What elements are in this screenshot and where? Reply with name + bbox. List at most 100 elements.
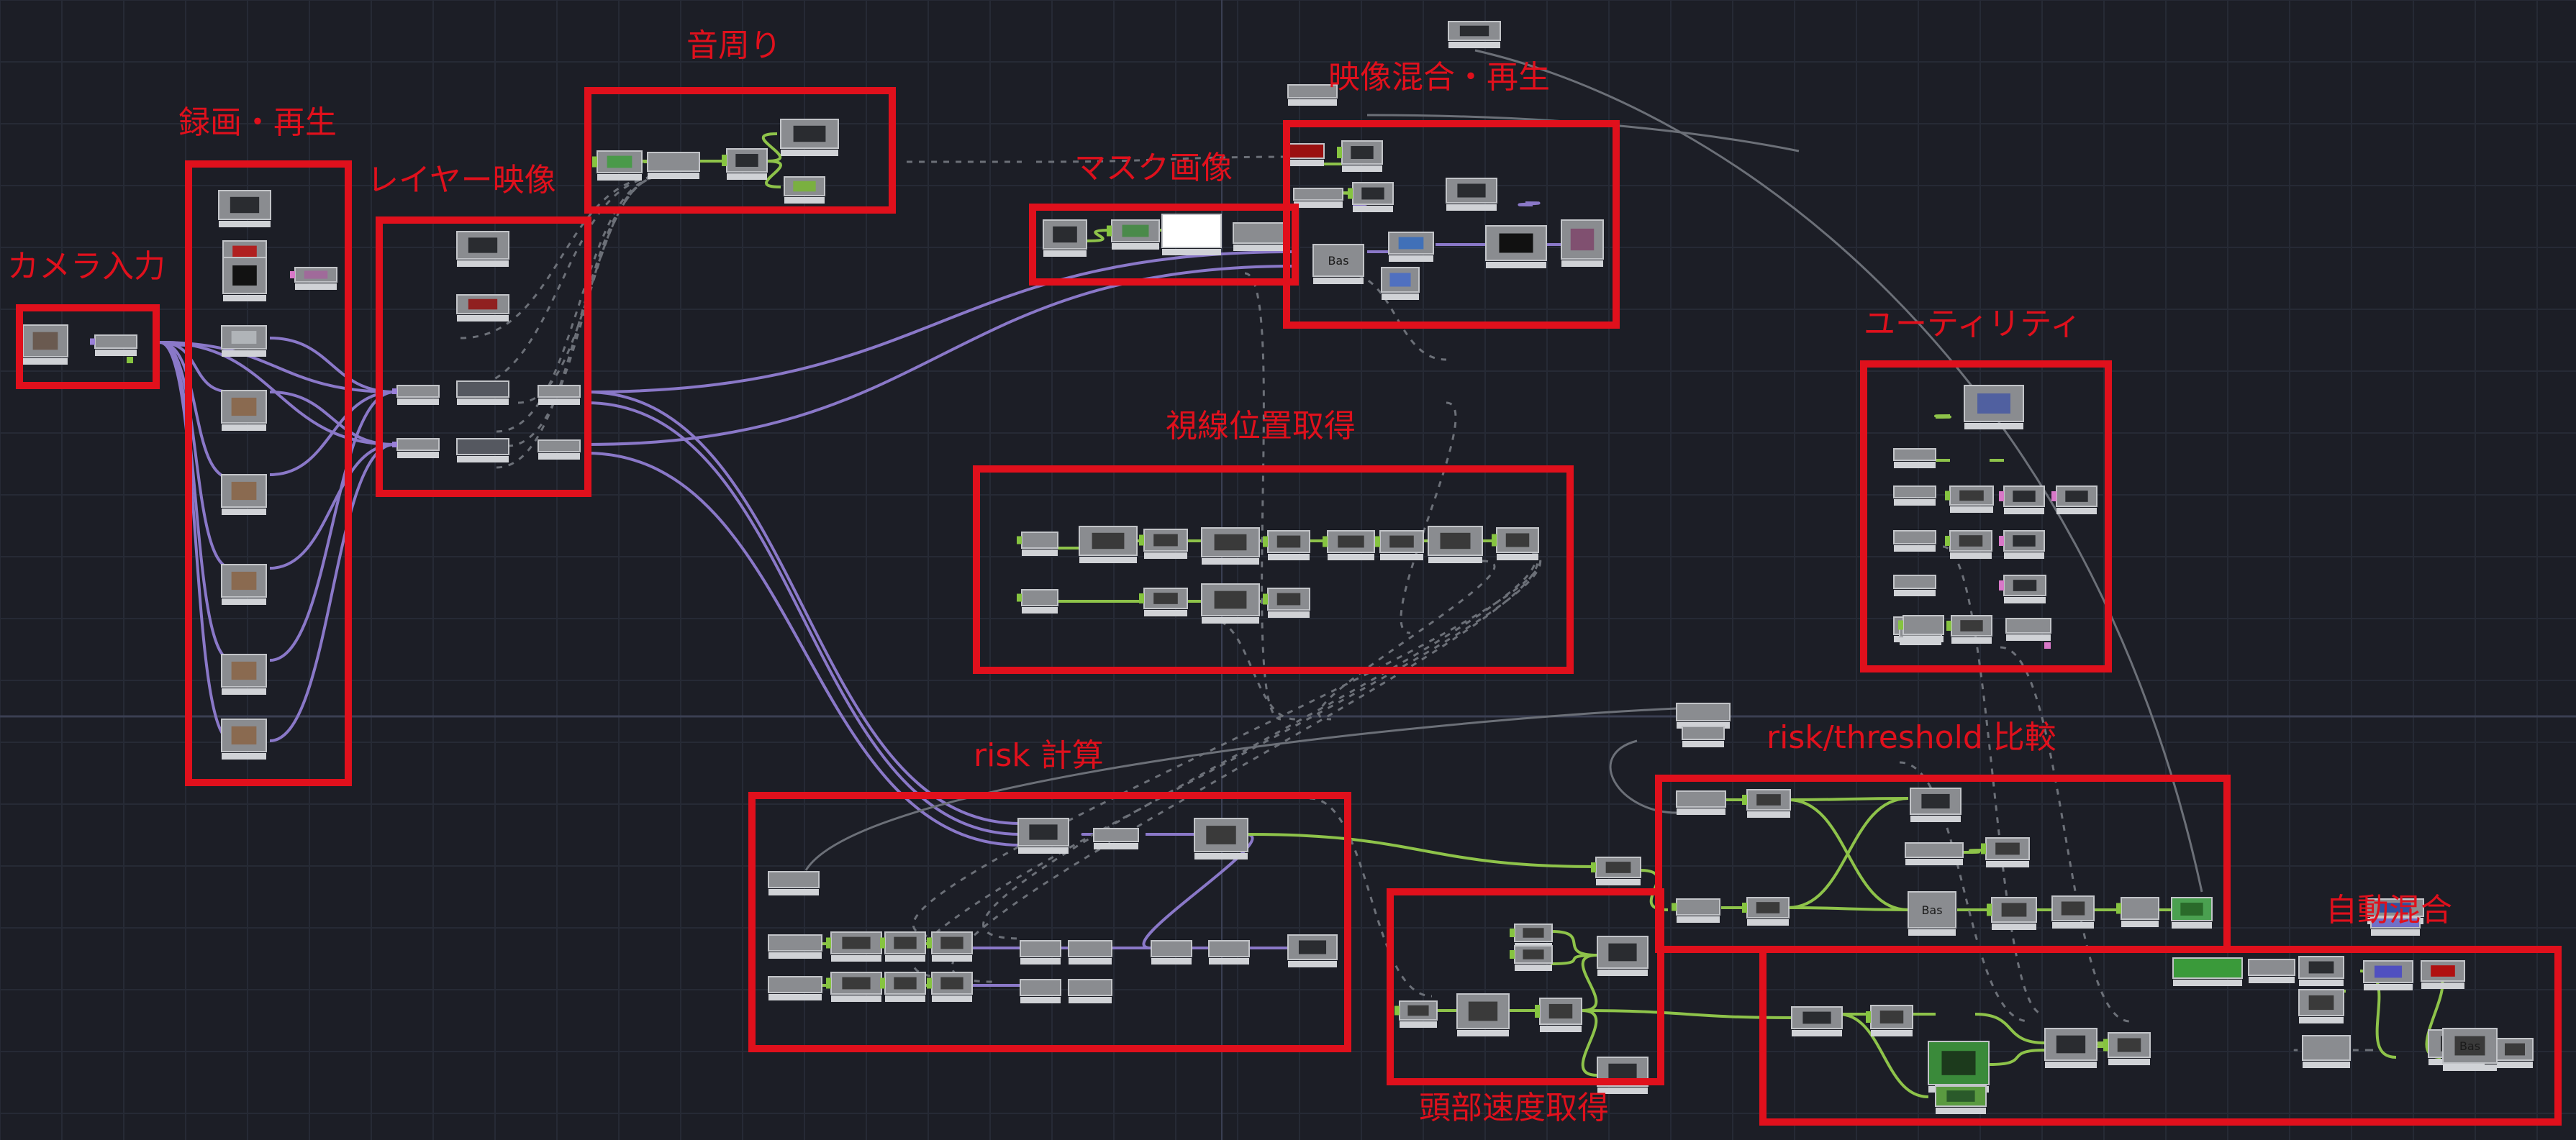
operator-node[interactable] — [1139, 529, 1188, 559]
node-graph-canvas[interactable]: Bas Bas Bas カメラ入力 録画・再生レイヤー映像 音周りマスク画像 映像混合・再… — [0, 0, 2576, 1140]
operator-node[interactable] — [2005, 618, 2051, 649]
operator-node[interactable] — [1591, 857, 1641, 885]
operator-node[interactable] — [1866, 1005, 1913, 1036]
operator-node[interactable]: Bas — [2442, 1028, 2498, 1071]
operator-node[interactable] — [1946, 615, 1992, 644]
operator-node[interactable] — [1263, 530, 1310, 560]
operator-node[interactable] — [1068, 940, 1112, 965]
operator-node[interactable] — [1682, 726, 1725, 747]
operator-node[interactable]: Bas — [1908, 891, 1956, 936]
operator-node[interactable] — [2051, 485, 2097, 514]
operator-node[interactable] — [2116, 897, 2159, 927]
operator-node[interactable] — [1485, 225, 1547, 268]
operator-node[interactable] — [826, 972, 882, 1002]
operator-node[interactable] — [221, 325, 267, 357]
operator-node[interactable] — [1672, 898, 1720, 923]
operator-node[interactable] — [1893, 575, 1936, 596]
operator-node[interactable] — [592, 150, 643, 181]
operator-node[interactable] — [1535, 998, 1582, 1032]
operator-node[interactable] — [1107, 219, 1160, 250]
operator-node[interactable] — [784, 176, 825, 204]
operator-node[interactable] — [1068, 979, 1112, 1003]
operator-node[interactable] — [2298, 989, 2344, 1023]
operator-node[interactable] — [221, 390, 267, 431]
operator-node[interactable] — [1293, 188, 1343, 208]
operator-node[interactable] — [1381, 267, 1420, 300]
operator-node[interactable] — [456, 231, 509, 267]
operator-node[interactable] — [1456, 993, 1510, 1036]
operator-node[interactable] — [221, 654, 267, 695]
operator-node[interactable] — [1893, 448, 1936, 468]
operator-node[interactable] — [1375, 530, 1424, 560]
operator-node[interactable] — [1394, 1000, 1438, 1028]
operator-node[interactable] — [1337, 140, 1383, 172]
operator-node[interactable] — [2051, 895, 2095, 929]
operator-node[interactable] — [1448, 21, 1501, 48]
operator-node[interactable] — [1161, 214, 1222, 255]
operator-node[interactable] — [1893, 530, 1936, 552]
operator-node[interactable] — [1201, 583, 1260, 624]
operator-node[interactable] — [1446, 178, 1497, 211]
operator-node[interactable] — [2044, 1028, 2097, 1068]
operator-node[interactable] — [826, 931, 882, 962]
operator-node[interactable] — [221, 564, 267, 605]
operator-node[interactable] — [1676, 790, 1726, 815]
operator-node[interactable] — [1348, 182, 1394, 212]
operator-node[interactable] — [1017, 818, 1069, 854]
operator-node[interactable] — [456, 438, 509, 462]
operator-node[interactable] — [1981, 837, 2030, 867]
operator-node[interactable] — [456, 294, 509, 322]
operator-node[interactable]: Bas — [1312, 244, 1364, 284]
operator-node[interactable] — [2103, 1032, 2151, 1065]
operator-node[interactable] — [1287, 934, 1338, 967]
operator-node[interactable] — [1742, 789, 1791, 818]
operator-node[interactable] — [1999, 575, 2046, 603]
operator-node[interactable] — [780, 119, 839, 156]
operator-node[interactable] — [221, 719, 267, 760]
operator-node[interactable] — [221, 474, 267, 515]
operator-node[interactable] — [1428, 526, 1483, 563]
operator-node[interactable] — [2421, 960, 2465, 989]
operator-node[interactable] — [1676, 703, 1731, 729]
operator-node[interactable] — [768, 871, 820, 895]
operator-node[interactable] — [1898, 615, 1944, 642]
operator-node[interactable] — [90, 334, 137, 356]
operator-node[interactable] — [218, 190, 271, 227]
operator-node[interactable] — [927, 931, 973, 962]
operator-node[interactable] — [1139, 588, 1188, 616]
operator-node[interactable] — [1020, 979, 1061, 1003]
operator-node[interactable] — [1510, 945, 1553, 971]
operator-node[interactable] — [1079, 526, 1138, 563]
operator-node[interactable] — [2248, 959, 2295, 983]
operator-node[interactable] — [880, 931, 926, 962]
operator-node[interactable] — [1597, 1057, 1648, 1094]
operator-node[interactable] — [1791, 1006, 1843, 1036]
operator-node[interactable] — [1043, 219, 1087, 257]
operator-node[interactable] — [1287, 143, 1325, 166]
operator-node[interactable] — [2171, 897, 2213, 929]
operator-node[interactable] — [1194, 818, 1248, 859]
operator-node[interactable] — [1020, 940, 1061, 965]
operator-node[interactable] — [1151, 940, 1192, 965]
operator-node[interactable] — [1893, 485, 1936, 506]
operator-node[interactable] — [392, 438, 440, 458]
operator-node[interactable] — [2172, 957, 2243, 986]
operator-node[interactable] — [1987, 897, 2037, 930]
operator-node[interactable] — [1999, 530, 2045, 559]
operator-node[interactable] — [1208, 940, 1250, 965]
operator-node[interactable] — [222, 257, 267, 301]
operator-node[interactable] — [2363, 960, 2413, 990]
operator-node[interactable] — [1964, 385, 2024, 429]
operator-node[interactable] — [538, 439, 581, 460]
operator-node[interactable] — [2492, 1038, 2534, 1068]
operator-node[interactable] — [392, 385, 440, 405]
operator-node[interactable] — [1388, 232, 1434, 262]
operator-node[interactable] — [1945, 530, 1992, 559]
operator-node[interactable] — [1905, 842, 1964, 865]
operator-node[interactable] — [1742, 897, 1790, 926]
operator-node[interactable] — [927, 972, 973, 1002]
operator-node[interactable] — [2302, 1035, 2351, 1068]
operator-node[interactable] — [1999, 485, 2045, 514]
operator-node[interactable] — [1910, 788, 1962, 822]
operator-node[interactable] — [1561, 219, 1604, 267]
